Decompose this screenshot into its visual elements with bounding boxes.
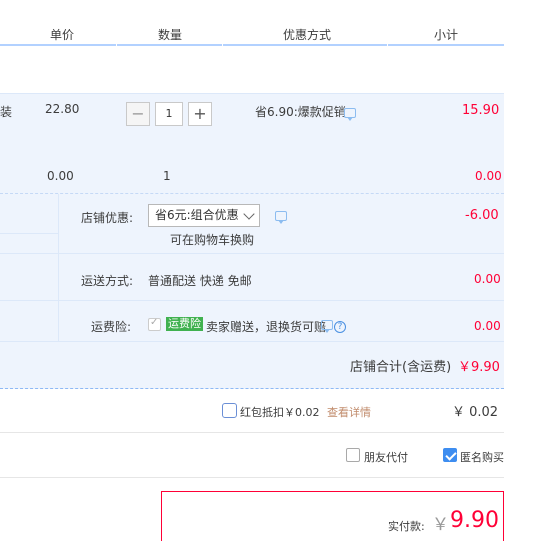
anonymous-checkbox[interactable] <box>443 448 457 462</box>
divider <box>0 477 504 478</box>
item-promotion: 省6.90:爆款促销 <box>255 105 346 119</box>
anonymous-label: 匿名购买 <box>460 451 504 464</box>
divider <box>0 341 504 342</box>
addon-quantity: 1 <box>163 169 171 183</box>
quantity-increase-button[interactable]: + <box>188 102 212 126</box>
shop-discount-value: -6.00 <box>465 208 499 223</box>
divider <box>0 300 504 301</box>
item-subtotal: 15.90 <box>462 103 500 118</box>
insurance-description: 卖家赠送，退换货可赔 <box>206 320 327 334</box>
item-name-fragment: 装 <box>0 105 13 119</box>
friend-pay-checkbox[interactable] <box>346 448 360 462</box>
divider <box>0 432 504 433</box>
quantity-stepper: − 1 + <box>126 102 212 126</box>
header-unit-price: 单价 <box>50 28 75 42</box>
quantity-input[interactable]: 1 <box>155 102 183 126</box>
chat-icon[interactable] <box>275 210 287 224</box>
insurance-checkbox[interactable] <box>148 317 161 331</box>
item-unit-price: 22.80 <box>45 102 80 116</box>
shop-discount-select[interactable]: 省6元:组合优惠 <box>148 204 260 227</box>
header-divider <box>222 44 223 47</box>
quantity-decrease-button[interactable]: − <box>126 102 150 126</box>
redpacket-checkbox[interactable] <box>222 403 237 418</box>
shop-total-value: ￥9.90 <box>458 360 500 375</box>
insurance-label: 运费险: <box>91 320 132 334</box>
header-divider <box>387 44 388 47</box>
chat-icon[interactable] <box>344 107 356 121</box>
friend-pay-label: 朋友代付 <box>364 451 408 464</box>
order-table-header: 单价 数量 优惠方式 小计 <box>0 22 504 47</box>
shipping-label: 运送方式: <box>81 274 134 288</box>
help-icon[interactable]: ? <box>334 318 346 333</box>
insurance-badge: 运费险 <box>166 317 203 331</box>
redpacket-label: 红包抵扣￥0.02 <box>240 406 320 419</box>
shop-discount-label: 店铺优惠: <box>81 211 134 225</box>
divider <box>0 233 58 234</box>
shop-discount-selected: 省6元:组合优惠 <box>155 208 239 222</box>
insurance-cost: 0.00 <box>474 319 501 333</box>
shipping-cost: 0.00 <box>474 272 501 286</box>
payment-label: 实付款: <box>388 520 425 533</box>
chevron-down-icon <box>243 208 255 220</box>
shop-discount-note: 可在购物车换购 <box>170 233 255 247</box>
divider <box>0 253 504 254</box>
chat-icon[interactable] <box>321 319 333 333</box>
header-subtotal: 小计 <box>434 28 459 42</box>
header-promotion: 优惠方式 <box>283 28 332 42</box>
redpacket-details-link[interactable]: 查看详情 <box>327 404 371 420</box>
redpacket-value: ￥ 0.02 <box>452 405 499 420</box>
shipping-method: 普通配送 快递 免邮 <box>148 274 252 288</box>
addon-subtotal: 0.00 <box>475 169 502 183</box>
payment-amount: 9.90 <box>450 508 499 533</box>
shop-total-label: 店铺合计(含运费) <box>350 360 452 375</box>
header-quantity: 数量 <box>158 28 183 42</box>
addon-unit-price: 0.00 <box>47 169 74 183</box>
header-divider <box>116 44 117 47</box>
payment-currency: ￥ <box>432 515 449 535</box>
